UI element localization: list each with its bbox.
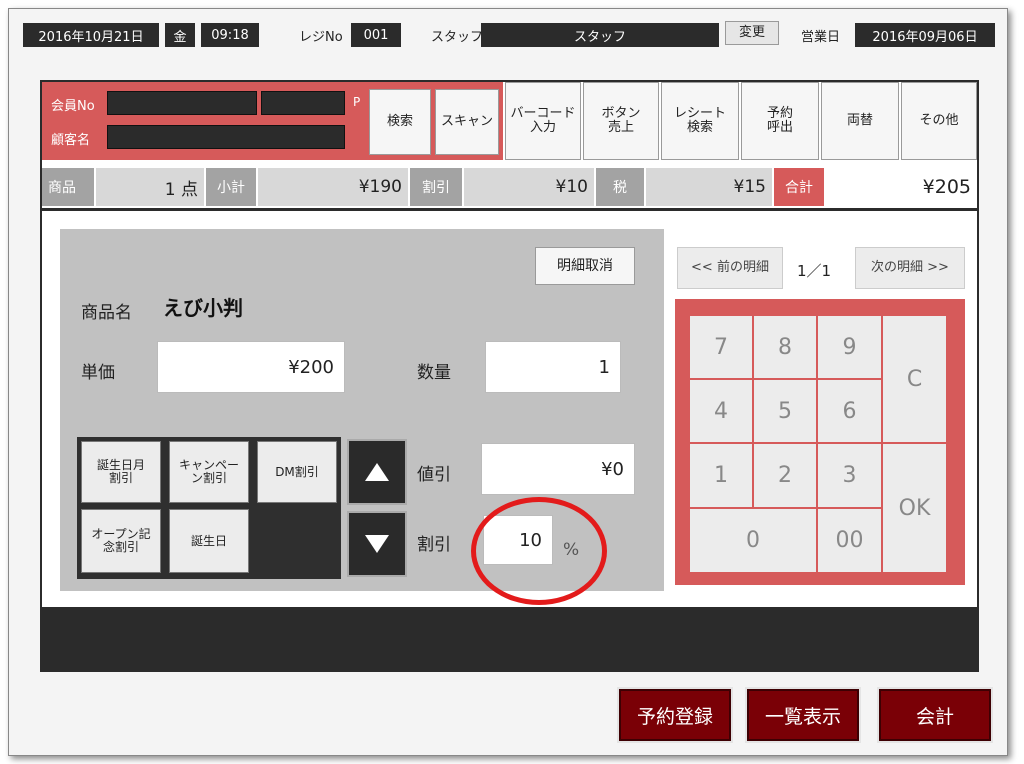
total-value: ¥205 xyxy=(826,168,977,206)
staff-name: スタッフ xyxy=(481,23,719,47)
product-name: えび小判 xyxy=(163,295,243,320)
key-5[interactable]: 5 xyxy=(754,380,816,442)
key-9[interactable]: 9 xyxy=(818,316,881,378)
key-ok[interactable]: OK xyxy=(883,444,946,572)
button-label: バーコード xyxy=(510,106,576,122)
checkout-button[interactable]: 会計 xyxy=(879,689,991,741)
points-label: P xyxy=(353,95,361,109)
opening-anniversary-discount-button[interactable]: オープン記 念割引 xyxy=(81,509,161,573)
next-detail-button[interactable]: 次の明細 >> xyxy=(855,247,965,289)
price-discount-label: 値引 xyxy=(417,464,451,485)
button-label: 呼出 xyxy=(766,120,793,135)
key-1[interactable]: 1 xyxy=(690,444,752,507)
product-name-label: 商品名 xyxy=(81,302,132,323)
birthday-month-discount-button[interactable]: 誕生日月 割引 xyxy=(81,441,161,503)
button-label: 割引 xyxy=(108,471,133,485)
scan-button[interactable]: スキャン xyxy=(435,89,499,155)
birthday-discount-button[interactable]: 誕生日 xyxy=(169,509,249,573)
header-date: 2016年10月21日 xyxy=(23,23,159,47)
key-00[interactable]: 00 xyxy=(818,509,881,572)
register-label: レジNo xyxy=(299,29,343,45)
member-points-input[interactable] xyxy=(261,91,345,115)
reservation-call-button[interactable]: 予約 呼出 xyxy=(741,82,819,160)
button-label: 検索 xyxy=(686,120,713,135)
key-clear[interactable]: C xyxy=(883,316,946,442)
header-time: 09:18 xyxy=(201,23,259,47)
member-search-button[interactable]: 検索 xyxy=(369,89,431,155)
button-label: 念割引 xyxy=(102,540,139,554)
discount-label: 割引 xyxy=(410,168,462,206)
down-arrow-icon xyxy=(365,535,389,553)
key-8[interactable]: 8 xyxy=(754,316,816,378)
discount-value: ¥10 xyxy=(464,168,594,206)
other-button[interactable]: その他 xyxy=(901,82,977,160)
key-2[interactable]: 2 xyxy=(754,444,816,507)
annotation-circle xyxy=(471,497,607,605)
tax-label: 税 xyxy=(596,168,644,206)
campaign-discount-button[interactable]: キャンペー ン割引 xyxy=(169,441,249,503)
reservation-register-button[interactable]: 予約登録 xyxy=(619,689,731,741)
barcode-input-button[interactable]: バーコード 入力 xyxy=(505,82,581,160)
button-sales-button[interactable]: ボタン 売上 xyxy=(583,82,659,160)
up-arrow-button[interactable] xyxy=(347,439,407,505)
key-3[interactable]: 3 xyxy=(818,444,881,507)
percent-discount-label: 割引 xyxy=(417,534,451,555)
total-label: 合計 xyxy=(774,168,824,206)
customer-name-input[interactable] xyxy=(107,125,345,149)
quantity-label: 数量 xyxy=(417,362,451,383)
staff-label: スタッフ xyxy=(431,29,484,45)
business-day: 2016年09月06日 xyxy=(855,23,995,47)
tax-value: ¥15 xyxy=(646,168,772,206)
button-label: 売上 xyxy=(607,120,634,135)
up-arrow-icon xyxy=(365,463,389,481)
customer-name-label: 顧客名 xyxy=(51,133,91,148)
exchange-button[interactable]: 両替 xyxy=(821,82,899,160)
dm-discount-button[interactable]: DM割引 xyxy=(257,441,337,503)
member-no-input[interactable] xyxy=(107,91,257,115)
button-label: 予約 xyxy=(766,106,793,122)
key-4[interactable]: 4 xyxy=(690,380,752,442)
prev-detail-button[interactable]: << 前の明細 xyxy=(677,247,783,289)
unit-price-field[interactable]: ¥200 xyxy=(157,341,345,393)
items-label: 商品 xyxy=(42,168,94,206)
list-view-button[interactable]: 一覧表示 xyxy=(747,689,859,741)
button-label: レシート xyxy=(673,106,726,122)
summary-divider xyxy=(42,208,977,211)
items-count: 1 点 xyxy=(96,168,204,206)
member-no-label: 会員No xyxy=(51,99,95,114)
key-7[interactable]: 7 xyxy=(690,316,752,378)
business-day-label: 営業日 xyxy=(801,29,841,45)
header-weekday: 金 xyxy=(165,23,195,47)
price-discount-field[interactable]: ¥0 xyxy=(481,443,635,495)
button-label: ボタン xyxy=(601,106,641,122)
quantity-field[interactable]: 1 xyxy=(485,341,621,393)
key-0[interactable]: 0 xyxy=(690,509,816,572)
pos-window: 2016年10月21日 金 09:18 レジNo 001 スタッフ スタッフ 変… xyxy=(8,8,1008,756)
button-label: 入力 xyxy=(529,120,556,135)
down-arrow-button[interactable] xyxy=(347,511,407,577)
page-indicator: 1／1 xyxy=(797,261,832,280)
key-6[interactable]: 6 xyxy=(818,380,881,442)
unit-price-label: 単価 xyxy=(81,362,115,383)
subtotal-label: 小計 xyxy=(206,168,256,206)
button-label: ン割引 xyxy=(190,471,227,485)
cancel-line-button[interactable]: 明細取消 xyxy=(535,247,635,285)
change-staff-button[interactable]: 変更 xyxy=(725,21,779,45)
register-no: 001 xyxy=(351,23,401,47)
status-strip xyxy=(42,607,977,670)
receipt-search-button[interactable]: レシート 検索 xyxy=(661,82,739,160)
subtotal-value: ¥190 xyxy=(258,168,408,206)
